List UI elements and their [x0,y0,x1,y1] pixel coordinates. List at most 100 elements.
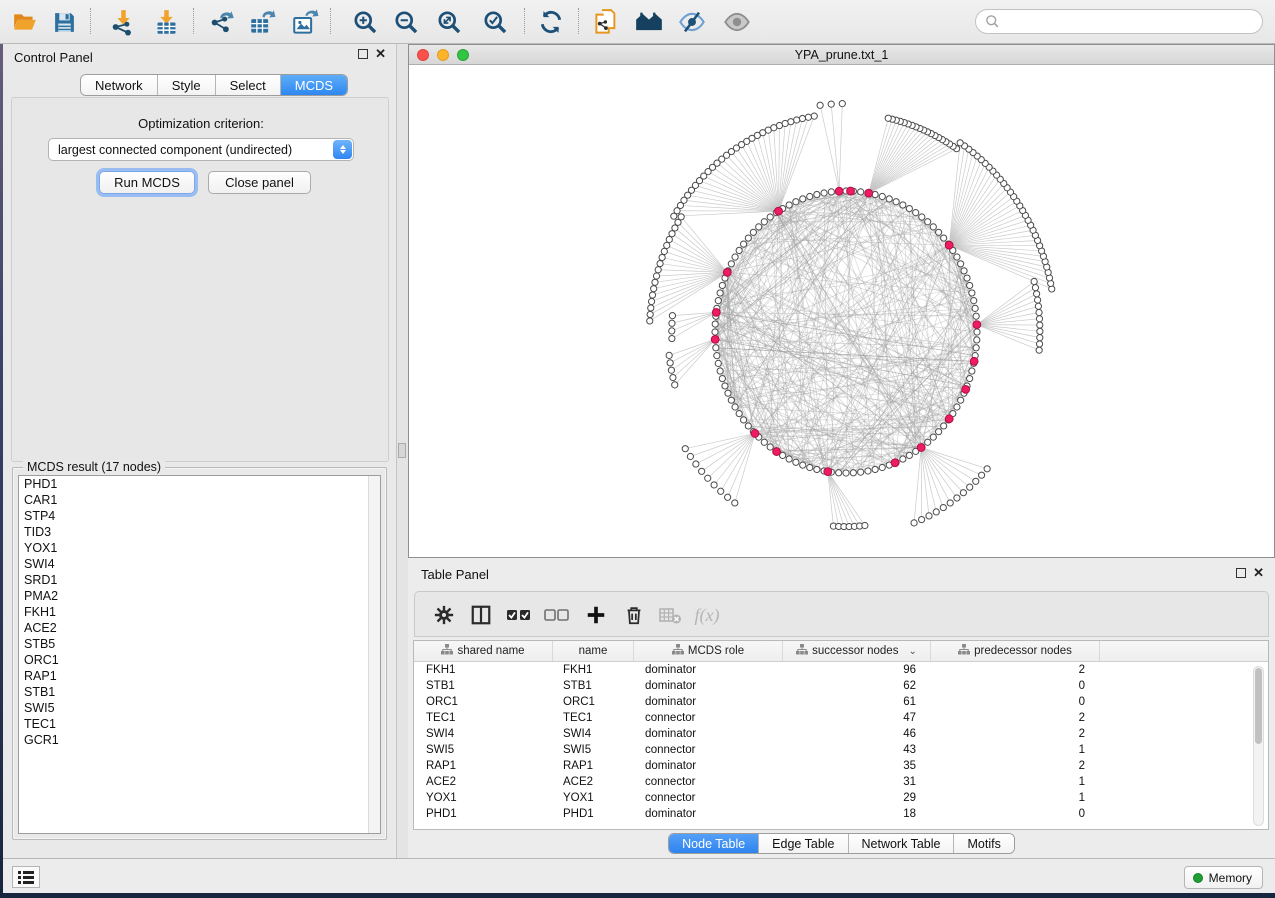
column-header-successor-nodes[interactable]: successor nodes⌄ [783,641,931,661]
mcds-result-item[interactable]: ACE2 [19,620,380,636]
mcds-result-item[interactable]: CAR1 [19,492,380,508]
table-row[interactable]: SWI4SWI4dominator462 [414,726,1268,742]
table-row[interactable]: FKH1FKH1dominator962 [414,662,1268,678]
table-cell: SWI4 [414,728,553,740]
tab-select[interactable]: Select [216,75,281,95]
mcds-result-item[interactable]: TEC1 [19,716,380,732]
table-cell: 43 [783,744,931,756]
mcds-result-item[interactable]: SWI5 [19,700,380,716]
table-row[interactable]: ORC1ORC1dominator610 [414,694,1268,710]
network-window-titlebar[interactable]: YPA_prune.txt_1 [409,45,1274,65]
table-cell: SWI4 [553,728,634,740]
close-panel-button[interactable]: Close panel [208,171,311,194]
mcds-result-item[interactable]: STB1 [19,684,380,700]
tab-network-table[interactable]: Network Table [849,834,955,853]
tab-node-table[interactable]: Node Table [669,834,759,853]
toolbar-separator [524,8,525,34]
column-settings-gear-icon[interactable] [429,601,459,629]
search-icon [985,14,1000,29]
float-window-icon[interactable] [358,49,368,59]
mcds-result-item[interactable]: SRD1 [19,572,380,588]
export-image-icon[interactable] [290,7,320,37]
close-icon[interactable]: ✕ [375,49,386,59]
column-header-shared-name[interactable]: shared name [414,641,553,661]
mcds-result-list[interactable]: PHD1CAR1STP4TID3YOX1SWI4SRD1PMA2FKH1ACE2… [18,475,381,834]
float-window-icon[interactable] [1236,568,1246,578]
table-cell: 62 [783,680,931,692]
mcds-result-item[interactable]: YOX1 [19,540,380,556]
table-row[interactable]: RAP1RAP1dominator352 [414,758,1268,774]
mcds-result-item[interactable]: PHD1 [19,476,380,492]
memory-button[interactable]: Memory [1184,866,1263,889]
mcds-result-item[interactable]: SWI4 [19,556,380,572]
table-toolbar: f(x) [414,591,1269,637]
mcds-result-item[interactable]: PMA2 [19,588,380,604]
tab-style[interactable]: Style [158,75,216,95]
mcds-result-item[interactable]: TID3 [19,524,380,540]
clone-network-icon[interactable] [591,7,621,37]
control-panel-tabs: NetworkStyleSelectMCDS [80,74,348,96]
unselect-all-columns-icon[interactable] [542,601,572,629]
column-type-icon [796,644,808,658]
mcds-result-item[interactable]: FKH1 [19,604,380,620]
table-row[interactable]: STB1STB1dominator620 [414,678,1268,694]
close-icon[interactable]: ✕ [1253,568,1264,578]
column-header-MCDS-role[interactable]: MCDS role [634,641,783,661]
hide-selection-icon[interactable] [677,7,707,37]
export-network-icon[interactable] [207,7,237,37]
export-table-icon[interactable] [247,7,277,37]
import-table-icon[interactable] [151,7,181,37]
tab-motifs[interactable]: Motifs [954,834,1013,853]
table-cell: 1 [931,776,1100,788]
delete-column-icon[interactable] [619,601,649,629]
zoom-fit-icon[interactable] [434,7,464,37]
table-row[interactable]: TEC1TEC1connector472 [414,710,1268,726]
show-columns-icon[interactable] [466,601,496,629]
zoom-selected-icon[interactable] [480,7,510,37]
mcds-result-item[interactable]: STB5 [19,636,380,652]
network-graph-canvas[interactable] [409,65,1274,557]
tab-mcds[interactable]: MCDS [281,75,347,95]
node-table[interactable]: shared namenameMCDS rolesuccessor nodes⌄… [413,640,1269,830]
criterion-dropdown[interactable]: largest connected component (undirected) [48,138,354,161]
tab-edge-table[interactable]: Edge Table [759,834,848,853]
task-history-button[interactable] [12,866,40,888]
sort-indicator-icon[interactable]: ⌄ [908,646,916,657]
add-column-icon[interactable] [581,601,611,629]
show-all-icon[interactable] [722,7,752,37]
mcds-list-scrollbar[interactable] [368,476,380,833]
divider-handle-icon[interactable] [398,443,406,458]
mcds-result-item[interactable]: ORC1 [19,652,380,668]
table-row[interactable]: SWI5SWI5connector431 [414,742,1268,758]
zoom-in-icon[interactable] [350,7,380,37]
mcds-result-item[interactable]: RAP1 [19,668,380,684]
run-mcds-button[interactable]: Run MCDS [99,171,195,194]
table-cell: ORC1 [414,696,553,708]
column-header-name[interactable]: name [553,641,634,661]
table-row[interactable]: PHD1PHD1dominator180 [414,806,1268,822]
table-scrollbar[interactable] [1253,666,1264,826]
select-all-columns-icon[interactable] [504,601,534,629]
table-cell: 1 [931,744,1100,756]
import-network-icon[interactable] [108,7,138,37]
table-cell: RAP1 [553,760,634,772]
save-session-icon[interactable] [49,7,79,37]
table-cell: connector [634,744,783,756]
table-scrollbar-thumb[interactable] [1255,668,1262,744]
delete-table-icon [655,601,685,629]
column-header-predecessor-nodes[interactable]: predecessor nodes [931,641,1100,661]
zoom-out-icon[interactable] [391,7,421,37]
table-cell: 61 [783,696,931,708]
table-cell: dominator [634,680,783,692]
panel-divider[interactable] [397,44,408,858]
mcds-result-item[interactable]: STP4 [19,508,380,524]
tab-network[interactable]: Network [81,75,158,95]
table-row[interactable]: ACE2ACE2connector311 [414,774,1268,790]
new-network-from-selection-icon[interactable] [634,7,664,37]
open-file-icon[interactable] [10,7,40,37]
refresh-layout-icon[interactable] [536,7,566,37]
table-cell: 18 [783,808,931,820]
mcds-result-item[interactable]: GCR1 [19,732,380,748]
table-row[interactable]: YOX1YOX1connector291 [414,790,1268,806]
search-input[interactable] [975,9,1263,34]
